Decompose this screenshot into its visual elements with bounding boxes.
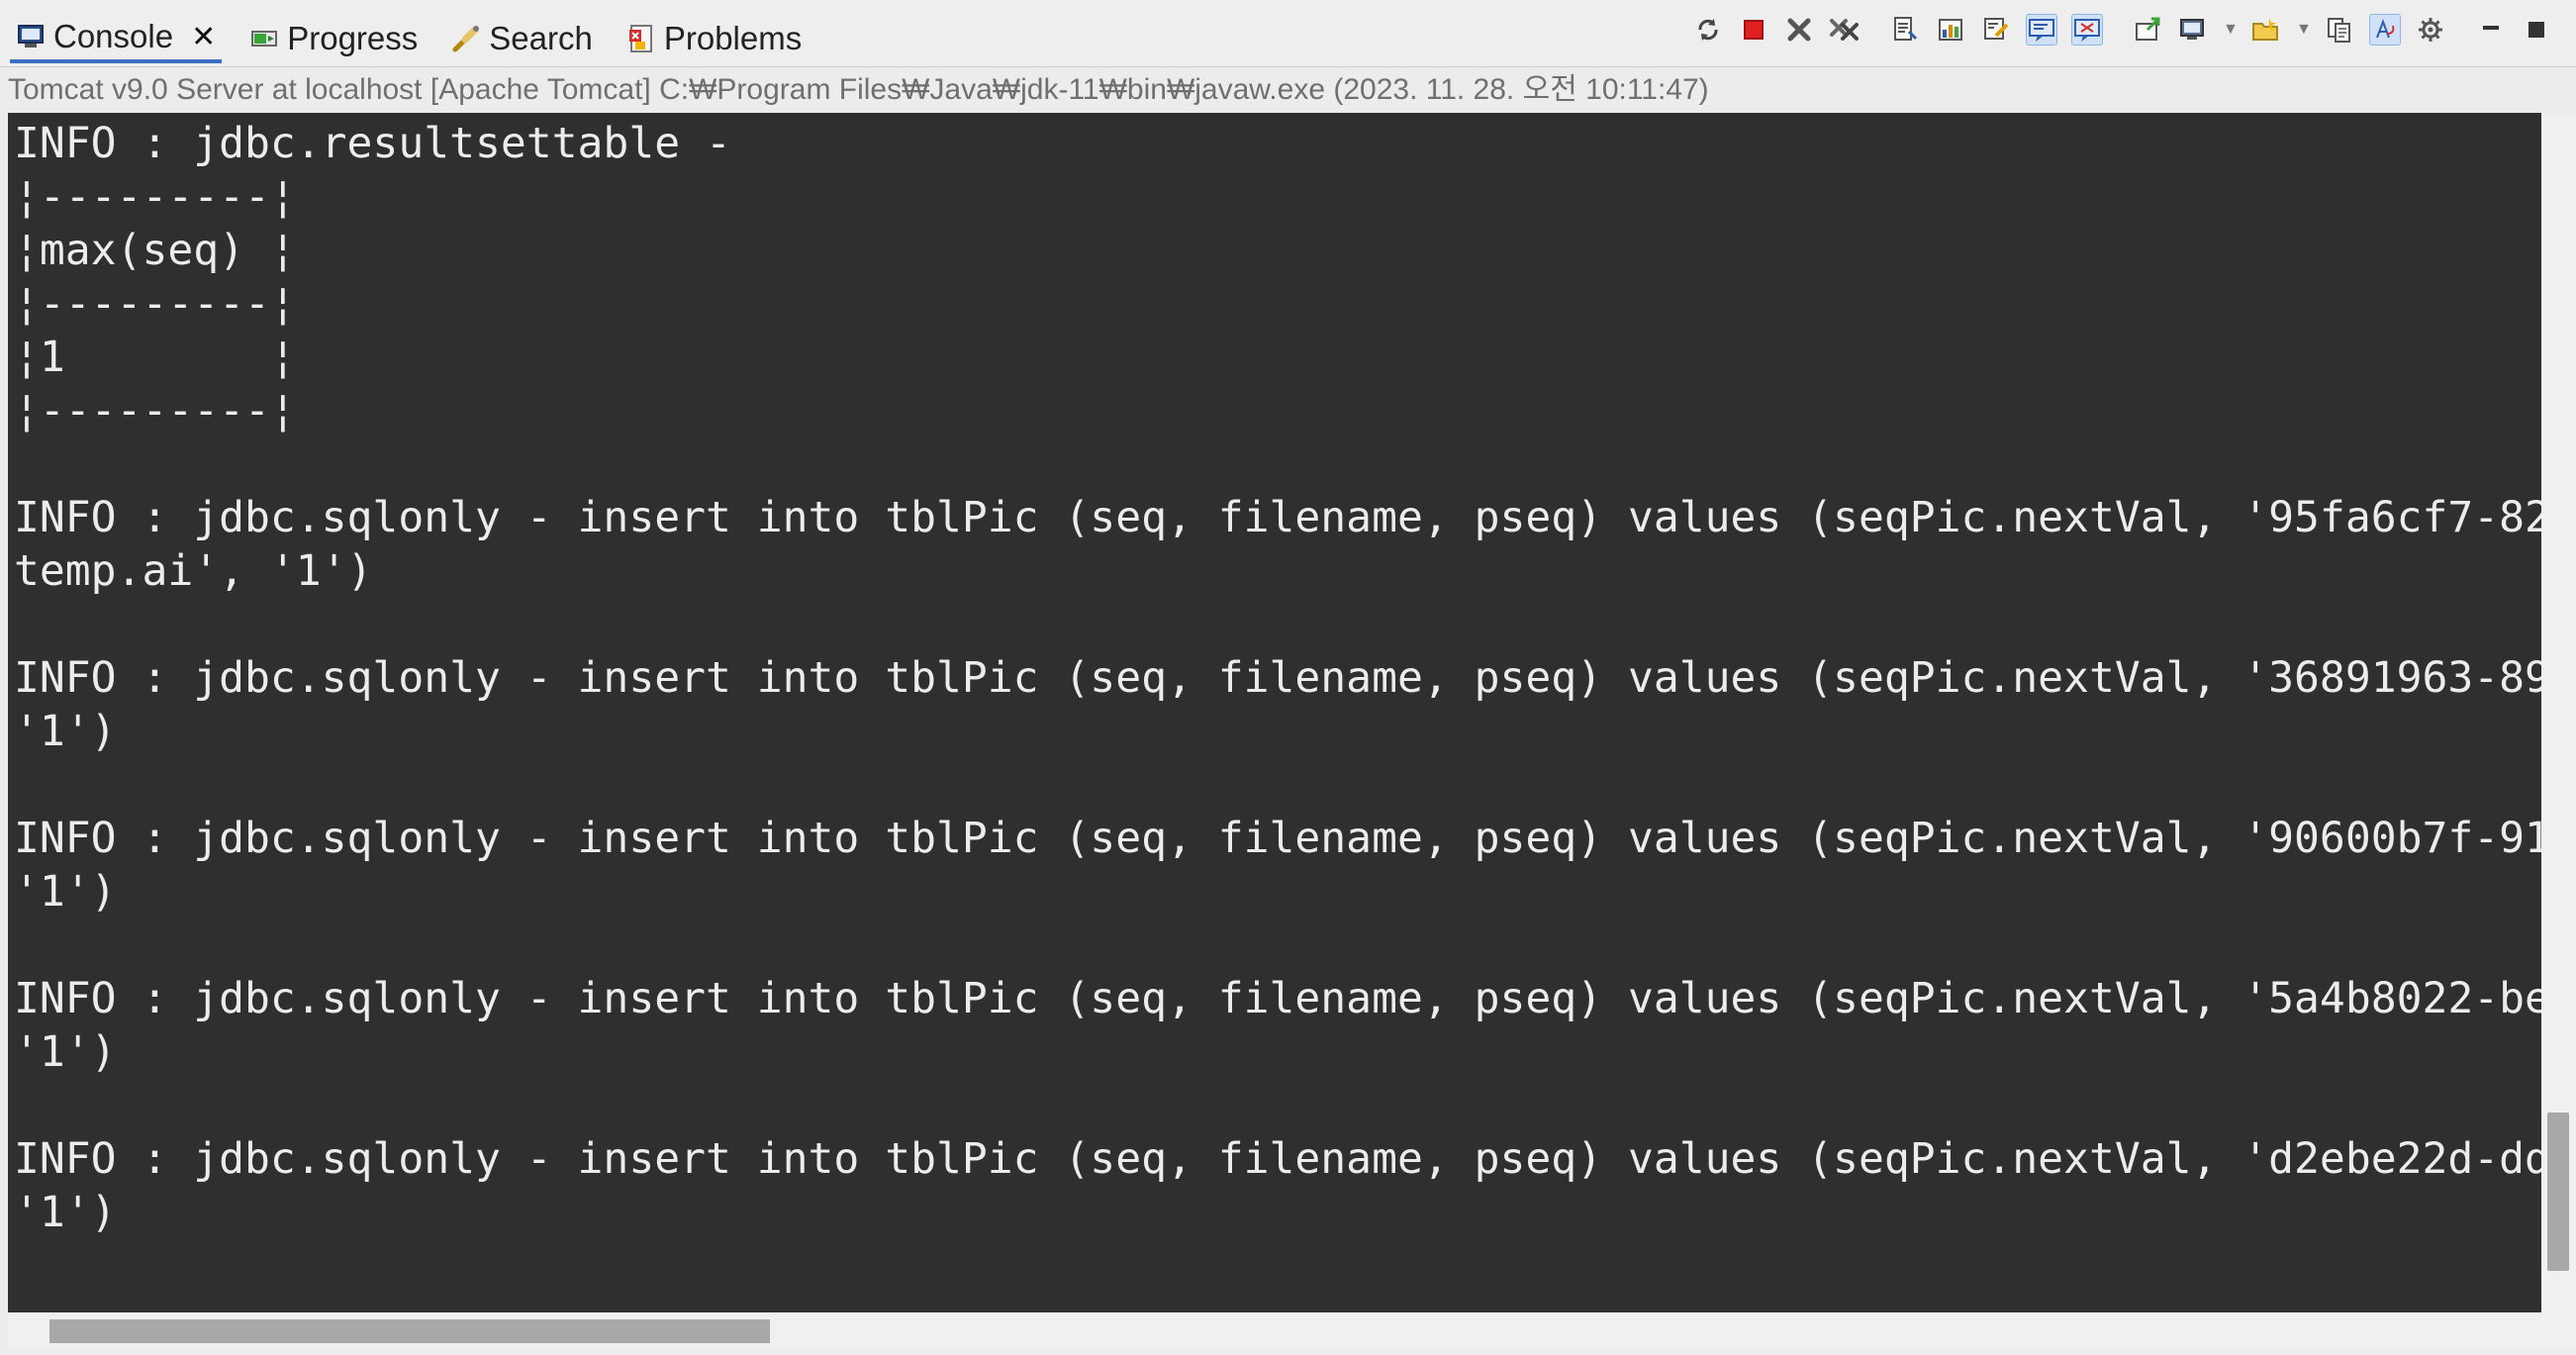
open-new-console-icon[interactable] [2177,14,2209,46]
vertical-scroll-thumb[interactable] [2547,1113,2569,1271]
console-line: '1') [14,707,117,756]
console-line: ¦---------¦ [14,279,296,329]
view-tab-bar: Console ✕ Progress Search Problems ▼ ▼ [0,0,2576,67]
console-output[interactable]: INFO : jdbc.resultsettable - ¦---------¦ ¦… [8,113,2541,1312]
console-line: INFO : jdbc.sqlonly - insert into tblPic… [14,493,2541,542]
relaunch-icon[interactable] [1692,14,1724,46]
horizontal-scrollbar[interactable] [8,1312,2541,1348]
console-line: '1') [14,1027,117,1077]
vertical-scrollbar[interactable] [2541,113,2576,1312]
process-label: Tomcat v9.0 Server at localhost [Apache … [8,73,1709,106]
console-icon [16,22,46,51]
pin-console-icon[interactable] [2026,14,2057,46]
minimize-icon[interactable] [2475,14,2507,46]
console-line: INFO : jdbc.sqlonly - insert into tblPic… [14,653,2541,703]
open-console-icon[interactable] [1980,14,2012,46]
chevron-down-icon[interactable]: ▼ [2223,21,2239,39]
console-toolbar: ▼ ▼ [1692,14,2552,46]
close-icon[interactable]: ✕ [191,20,216,54]
console-line: ¦max(seq) ¦ [14,226,296,275]
word-wrap-icon[interactable] [2369,14,2401,46]
remove-all-terminated-icon[interactable] [1829,14,1860,46]
console-line: temp.ai', '1') [14,546,373,596]
console-line: ¦1 ¦ [14,333,296,382]
new-console-view-icon[interactable] [2132,14,2163,46]
tab-search[interactable]: Search [445,14,599,63]
console-text: INFO : jdbc.resultsettable - ¦---------¦ ¦… [14,117,2541,1239]
tab-console[interactable]: Console ✕ [10,14,223,63]
show-console-on-output-icon[interactable] [1889,14,1921,46]
problems-icon [626,24,656,53]
console-line: INFO : jdbc.sqlonly - insert into tblPic… [14,814,2541,863]
tab-problems-label: Problems [663,20,803,56]
display-selected-console-icon[interactable] [2071,14,2103,46]
console-line: '1') [14,1188,117,1237]
remove-launch-icon[interactable] [1783,14,1815,46]
horizontal-scroll-thumb[interactable] [49,1319,770,1343]
tab-search-label: Search [489,20,593,56]
tab-problems[interactable]: Problems [620,14,808,63]
search-icon [451,24,481,53]
show-console-on-error-icon[interactable] [1935,14,1966,46]
terminate-icon[interactable] [1738,14,1769,46]
chevron-down-icon[interactable]: ▼ [2296,21,2312,39]
console-line: INFO : jdbc.resultsettable - [14,119,731,168]
scrollbar-corner [2541,1312,2576,1348]
console-line: '1') [14,867,117,917]
settings-icon[interactable] [2415,14,2446,46]
console-line: ¦---------¦ [14,386,296,436]
tab-progress-label: Progress [287,20,419,56]
tab-console-label: Console [53,18,174,54]
console-line: INFO : jdbc.sqlonly - insert into tblPic… [14,1134,2541,1184]
console-line: INFO : jdbc.sqlonly - insert into tblPic… [14,974,2541,1023]
copy-icon[interactable] [2324,14,2355,46]
tab-list: Console ✕ Progress Search Problems [10,14,808,63]
tab-progress[interactable]: Progress [243,14,424,63]
console-line: ¦---------¦ [14,172,296,222]
maximize-icon[interactable] [2521,14,2552,46]
open-folder-icon[interactable] [2250,14,2282,46]
progress-icon [249,24,279,53]
